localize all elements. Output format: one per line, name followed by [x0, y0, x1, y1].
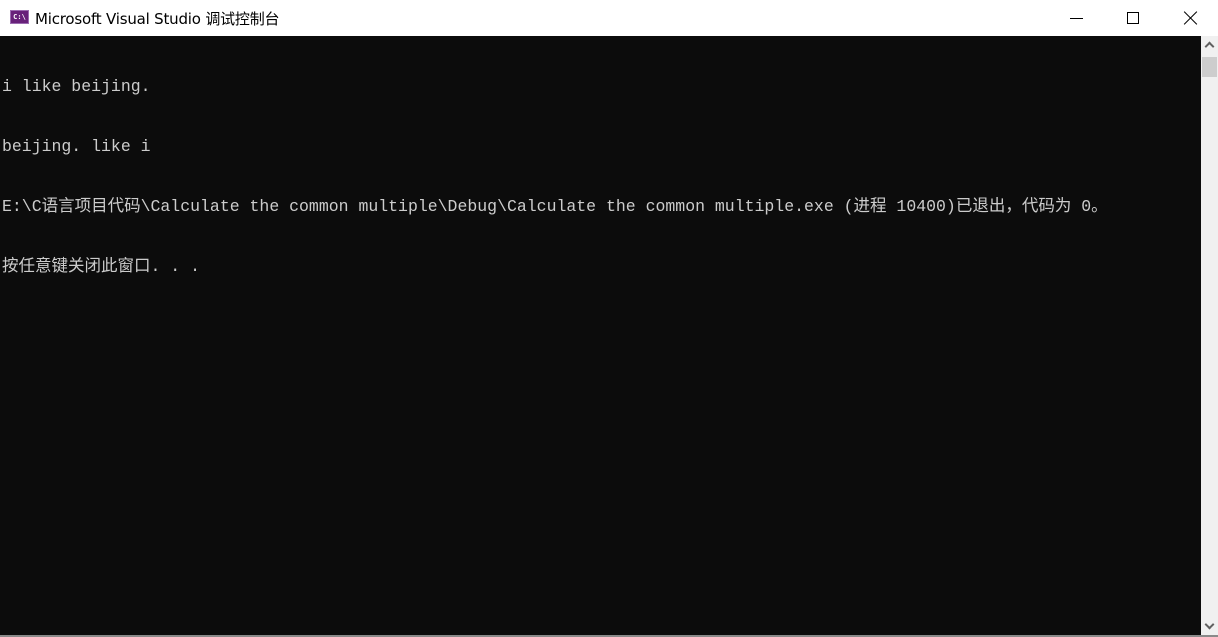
- app-icon: C:\: [10, 10, 29, 24]
- window-title: Microsoft Visual Studio 调试控制台: [35, 10, 280, 28]
- chevron-up-icon: [1204, 41, 1215, 52]
- close-button[interactable]: [1162, 0, 1218, 36]
- scroll-thumb[interactable]: [1202, 57, 1217, 77]
- scroll-up-button[interactable]: [1201, 36, 1218, 53]
- console-line: 按任意键关闭此窗口. . .: [2, 257, 201, 276]
- console-line: i like beijing.: [2, 77, 151, 96]
- close-icon: [1184, 11, 1198, 25]
- scroll-down-button[interactable]: [1201, 618, 1218, 635]
- maximize-button[interactable]: [1104, 0, 1162, 36]
- console-line: beijing. like i: [2, 137, 151, 156]
- minimize-icon: [1069, 17, 1083, 19]
- vertical-scrollbar[interactable]: [1201, 36, 1218, 635]
- console-output[interactable]: i like beijing. beijing. like i E:\C语言项目…: [0, 36, 1201, 635]
- title-bar[interactable]: C:\ Microsoft Visual Studio 调试控制台: [0, 0, 1218, 36]
- console-line: E:\C语言项目代码\Calculate the common multiple…: [2, 197, 1108, 216]
- minimize-button[interactable]: [1047, 0, 1105, 36]
- chevron-down-icon: [1204, 619, 1215, 630]
- maximize-icon: [1127, 12, 1139, 24]
